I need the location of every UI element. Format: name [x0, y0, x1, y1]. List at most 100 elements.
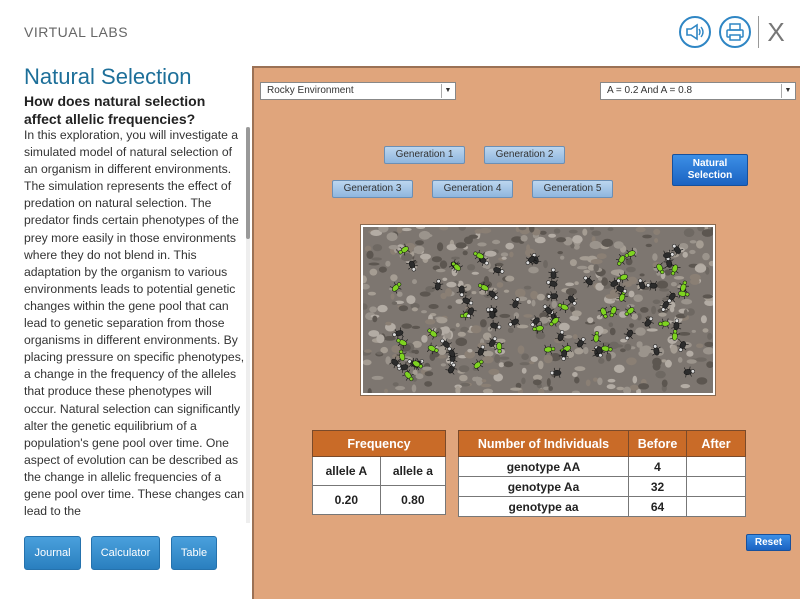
rock [638, 383, 650, 390]
rock [367, 291, 376, 296]
rock [471, 271, 479, 275]
rock [659, 288, 670, 292]
rock [500, 252, 509, 257]
rock [642, 234, 652, 239]
rock [605, 294, 616, 299]
rock [513, 312, 520, 319]
reset-button[interactable]: Reset [746, 534, 791, 551]
rock [483, 350, 494, 357]
rock [645, 243, 652, 248]
rock [546, 378, 551, 387]
rock [565, 282, 575, 287]
rock [646, 328, 658, 332]
rock [459, 374, 468, 382]
natural-selection-button[interactable]: Natural Selection [672, 154, 748, 186]
rock [607, 227, 614, 232]
rock [366, 250, 374, 259]
rock [523, 285, 532, 290]
rock [629, 384, 639, 391]
generation-2-button[interactable]: Generation 2 [484, 146, 565, 164]
rock [683, 309, 688, 317]
rock [543, 354, 553, 364]
scrollbar-thumb[interactable] [246, 127, 250, 239]
rock [395, 386, 406, 391]
rock [658, 312, 667, 317]
simulation-view[interactable] [363, 227, 713, 393]
rock [593, 377, 598, 382]
rock [608, 322, 614, 327]
rock [471, 291, 477, 295]
rock [425, 319, 436, 325]
rock [390, 293, 395, 300]
rock [576, 265, 588, 270]
close-button[interactable]: X [764, 18, 788, 46]
rock [437, 346, 447, 355]
rock [428, 304, 439, 309]
dropdown-arrow-icon: ▼ [781, 84, 794, 98]
rock [701, 229, 713, 237]
rock [591, 230, 602, 236]
environment-select-value: Rocky Environment [267, 85, 354, 96]
rock [435, 268, 446, 273]
rock [515, 288, 526, 298]
rock [590, 258, 603, 265]
rock [691, 329, 696, 333]
rock [447, 305, 453, 310]
rock [369, 268, 378, 276]
rock [669, 306, 675, 313]
rock [661, 379, 668, 388]
rock [583, 347, 589, 355]
rock [413, 249, 421, 254]
rock [501, 256, 507, 260]
rock [516, 324, 529, 329]
allele-a-recessive-header: allele a [379, 456, 447, 486]
generation-5-button[interactable]: Generation 5 [532, 180, 613, 198]
rock [457, 331, 466, 337]
rock [538, 360, 544, 370]
rock [678, 332, 691, 336]
rock [385, 260, 391, 267]
frequency-select[interactable]: A = 0.2 And A = 0.8 ▼ [600, 82, 796, 100]
table-button[interactable]: Table [171, 536, 217, 570]
audio-button[interactable] [679, 16, 711, 48]
rock [609, 327, 616, 336]
speaker-icon [686, 23, 704, 41]
rock [616, 386, 625, 391]
rock [543, 386, 550, 391]
environment-select[interactable]: Rocky Environment ▼ [260, 82, 456, 100]
rock [628, 290, 635, 298]
generation-3-button[interactable]: Generation 3 [332, 180, 413, 198]
rock [601, 238, 614, 247]
rock [530, 356, 538, 362]
rock [380, 308, 385, 312]
generation-1-button[interactable]: Generation 1 [384, 146, 465, 164]
rock [607, 378, 616, 383]
before-value: 64 [628, 496, 687, 517]
rock [597, 377, 603, 386]
allele-a-dominant-value: 0.20 [312, 485, 381, 515]
rock [421, 335, 428, 343]
journal-button[interactable]: Journal [24, 536, 81, 570]
rock [686, 359, 697, 364]
rock [415, 240, 424, 246]
rock [521, 377, 526, 385]
header-divider [758, 16, 759, 48]
generation-4-button[interactable]: Generation 4 [432, 180, 513, 198]
rock [585, 379, 591, 387]
allele-a-dominant-header: allele A [312, 456, 381, 486]
after-header: After [686, 430, 746, 457]
rock [601, 277, 608, 286]
intro-scrollbar[interactable] [246, 127, 250, 523]
dropdown-arrow-icon: ▼ [441, 84, 454, 98]
print-button[interactable] [719, 16, 751, 48]
rock [521, 353, 529, 360]
rock [421, 310, 427, 314]
rock [553, 228, 561, 234]
intro-scroll-area[interactable]: In this exploration, you will investigat… [24, 127, 246, 523]
rock [655, 370, 666, 379]
calculator-button[interactable]: Calculator [91, 536, 160, 570]
rock [560, 255, 565, 260]
rock [510, 387, 522, 391]
rock [509, 251, 514, 258]
rock [488, 368, 500, 375]
